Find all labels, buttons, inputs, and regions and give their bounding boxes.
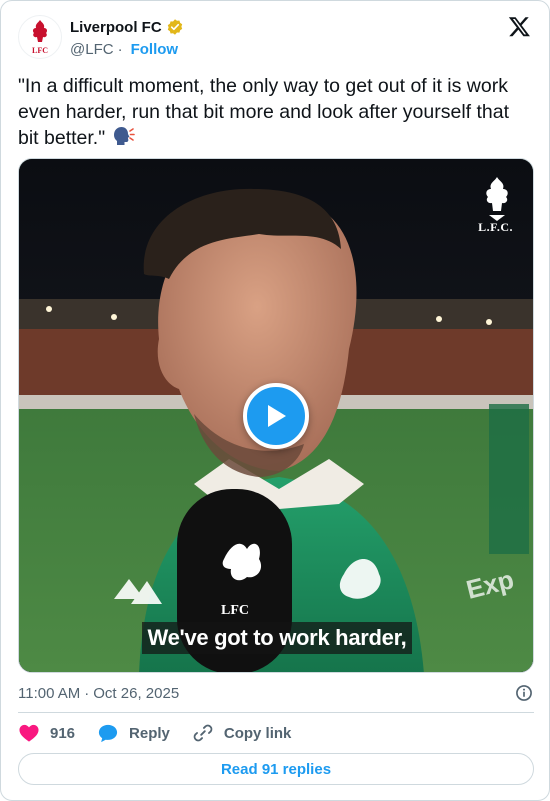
tweet-card: LFC Liverpool FC @LFC · Follow "In a dif… — [0, 0, 550, 801]
like-count: 916 — [50, 724, 76, 742]
reply-button[interactable]: Reply — [97, 723, 170, 743]
lfc-watermark-text: L.F.C. — [478, 220, 513, 234]
tweet-body: "In a difficult moment, the only way to … — [18, 75, 515, 149]
like-button[interactable]: 916 — [18, 723, 75, 743]
reply-icon — [98, 724, 118, 743]
handle-separator: · — [117, 41, 123, 58]
play-button[interactable] — [243, 383, 309, 449]
divider — [18, 712, 534, 713]
info-icon[interactable] — [514, 683, 534, 703]
mic-text: LFC — [221, 603, 249, 618]
video-player[interactable]: LFC Exp L.F.C. We've got to work harder, — [18, 158, 534, 673]
tweet-date: Oct 26, 2025 — [93, 684, 180, 702]
avatar-text: LFC — [32, 46, 48, 55]
action-bar: 916 Reply Copy link — [18, 721, 313, 745]
tweet-text: "In a difficult moment, the only way to … — [18, 73, 533, 151]
lfc-crest-icon: LFC — [32, 20, 48, 55]
tweet-time: 11:00 AM — [18, 684, 81, 702]
author-name[interactable]: Liverpool FC — [70, 19, 162, 36]
author-block: Liverpool FC @LFC · Follow — [70, 18, 184, 58]
heart-icon — [19, 724, 39, 742]
verified-badge-icon — [167, 19, 182, 35]
video-subtitle: We've got to work harder, — [19, 622, 533, 654]
reply-label: Reply — [129, 724, 170, 742]
author-handle[interactable]: @LFC — [70, 41, 114, 58]
speaking-head-icon — [113, 127, 135, 145]
copy-link-button[interactable]: Copy link — [192, 722, 292, 744]
subtitle-text: We've got to work harder, — [141, 622, 413, 654]
tweet-timestamp[interactable]: 11:00 AM · Oct 26, 2025 — [18, 683, 534, 703]
x-logo-icon[interactable] — [508, 15, 531, 38]
avatar[interactable]: LFC — [18, 15, 62, 59]
timestamp-separator: · — [84, 684, 90, 702]
read-replies-button[interactable]: Read 91 replies — [18, 753, 534, 785]
link-icon — [193, 724, 213, 742]
play-icon — [268, 405, 286, 427]
follow-button[interactable]: Follow — [131, 41, 179, 58]
copy-link-label: Copy link — [223, 724, 292, 742]
